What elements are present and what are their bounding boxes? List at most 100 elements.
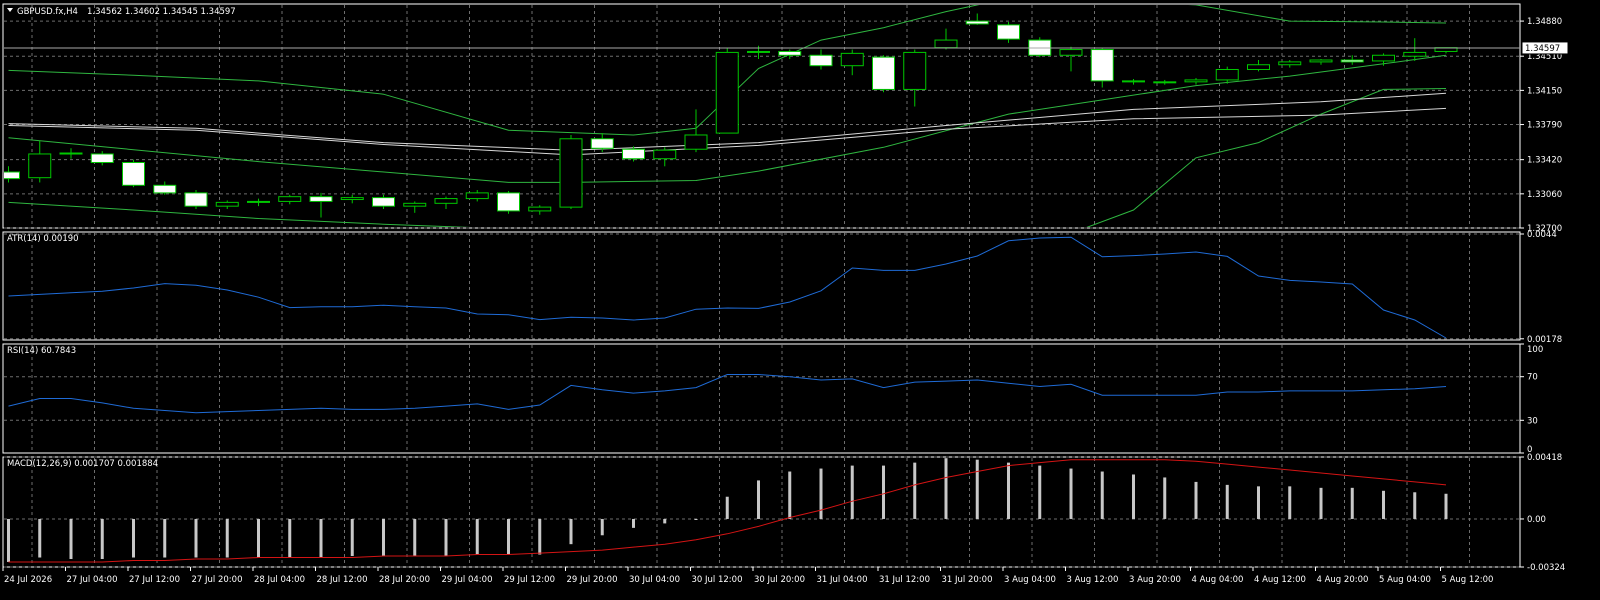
time-axis-label: 3 Aug 04:00 <box>1004 575 1056 585</box>
candle-body <box>809 54 833 67</box>
rsi-tick-label: 70 <box>1527 373 1538 383</box>
candle-body <box>1403 51 1427 57</box>
rsi-tick-label: 30 <box>1527 416 1538 426</box>
time-axis-label: 31 Jul 04:00 <box>817 575 868 585</box>
candle-body <box>622 148 645 160</box>
price-tick-label: 1.33420 <box>1527 156 1562 166</box>
time-axis-label: 30 Jul 12:00 <box>692 575 743 585</box>
macd-histogram-bar <box>1163 477 1167 519</box>
macd-histogram-bar <box>975 459 979 519</box>
time-axis-label: 4 Aug 04:00 <box>1192 575 1244 585</box>
symbol-name: GBPUSD.fx,H4 <box>17 7 78 17</box>
macd-histogram-bar <box>1069 468 1073 519</box>
macd-histogram-bar <box>100 518 104 559</box>
macd-histogram-bar <box>319 518 323 558</box>
macd-histogram-bar <box>1225 484 1229 519</box>
price-tick-label: 1.33060 <box>1527 190 1562 200</box>
candle-body <box>872 56 895 90</box>
macd-histogram-bar <box>1382 490 1385 519</box>
macd-histogram-bar <box>538 518 542 555</box>
time-axis-label: 5 Aug 12:00 <box>1442 575 1494 585</box>
macd-histogram-bar <box>507 518 510 555</box>
macd-histogram-bar <box>288 518 292 558</box>
candle-body <box>934 39 958 49</box>
time-axis-label: 4 Aug 12:00 <box>1254 575 1306 585</box>
macd-tick-label: 0.00418 <box>1527 453 1562 463</box>
time-axis-label: 3 Aug 12:00 <box>1067 575 1119 585</box>
macd-histogram-bar <box>569 518 573 545</box>
candle-body <box>559 138 583 208</box>
price-tick-label: 1.33790 <box>1527 121 1562 131</box>
rsi-title: RSI(14) 60.7843 <box>7 346 76 356</box>
candle-body <box>997 24 1020 40</box>
candle-body <box>778 50 802 56</box>
candle-body <box>715 51 739 134</box>
time-axis-label: 28 Jul 12:00 <box>317 575 368 585</box>
macd-histogram-bar <box>632 518 635 528</box>
macd-histogram-bar <box>163 518 167 558</box>
candle-body <box>1215 68 1239 81</box>
time-axis-label: 24 Jul 2026 <box>4 575 52 585</box>
macd-histogram-bar <box>382 518 385 557</box>
macd-histogram-bar <box>694 518 698 520</box>
macd-histogram-bar <box>944 458 948 519</box>
macd-histogram-bar <box>1038 465 1042 519</box>
candle-body <box>528 206 552 212</box>
candle-body <box>1247 64 1270 70</box>
macd-histogram-bar <box>257 518 260 558</box>
time-axis-label: 29 Jul 04:00 <box>442 575 493 585</box>
time-axis-label: 30 Jul 20:00 <box>754 575 805 585</box>
macd-histogram-bar <box>132 518 135 558</box>
candle-body <box>840 52 864 67</box>
atr-tick-label: 0.0044 <box>1527 230 1557 240</box>
macd-histogram-bar <box>1257 486 1260 519</box>
macd-histogram-bar <box>38 518 42 558</box>
macd-histogram-bar <box>475 518 479 555</box>
candle-body <box>747 50 770 53</box>
candle-body <box>1090 49 1114 82</box>
macd-histogram-bar <box>1413 492 1417 519</box>
macd-histogram-bar <box>788 471 792 519</box>
macd-histogram-bar <box>1319 487 1323 519</box>
macd-histogram-bar <box>1007 462 1010 519</box>
macd-histogram-bar <box>600 518 604 536</box>
time-axis-label: 27 Jul 12:00 <box>129 575 180 585</box>
candle-body <box>1184 79 1208 83</box>
macd-histogram-bar <box>69 518 73 559</box>
candle-body <box>590 138 614 149</box>
candle-body <box>1278 61 1302 66</box>
macd-histogram-bar <box>1288 486 1292 519</box>
candle-body <box>903 51 927 90</box>
candle-body <box>497 192 520 212</box>
price-tick-label: 1.34880 <box>1527 17 1562 27</box>
atr-tick-label: 0.00178 <box>1527 335 1562 345</box>
macd-histogram-bar <box>1350 487 1354 519</box>
macd-histogram-bar <box>444 518 448 557</box>
trading-chart[interactable]: 1.348801.345101.341501.337901.334201.330… <box>0 0 1600 600</box>
candle-body <box>372 197 395 207</box>
candle-body <box>90 153 114 164</box>
time-axis-label: 5 Aug 04:00 <box>1379 575 1431 585</box>
atr-title: ATR(14) 0.00190 <box>7 234 79 244</box>
macd-histogram-bar <box>1100 471 1104 519</box>
candle-body <box>215 201 239 207</box>
candle-body <box>309 196 333 202</box>
macd-histogram-bar <box>7 518 10 562</box>
candle-body <box>653 149 677 160</box>
macd-histogram-bar <box>194 518 198 558</box>
candle-body <box>684 134 708 150</box>
candle-body <box>1153 81 1177 84</box>
macd-histogram-bar <box>913 462 917 519</box>
candle-body <box>1372 54 1395 62</box>
candle-body <box>184 192 208 207</box>
candle-body <box>1122 80 1145 83</box>
candle-body <box>1309 59 1333 63</box>
candle-body <box>1059 49 1083 56</box>
macd-tick-label: 0.00 <box>1527 515 1546 525</box>
candle-body <box>247 200 270 203</box>
candle-body <box>434 198 458 204</box>
symbol-ohlc-values: 1.34562 1.34602 1.34545 1.34597 <box>87 7 236 17</box>
time-axis-label: 31 Jul 12:00 <box>879 575 930 585</box>
candle-body <box>59 152 83 155</box>
price-tick-label: 1.34150 <box>1527 86 1562 96</box>
